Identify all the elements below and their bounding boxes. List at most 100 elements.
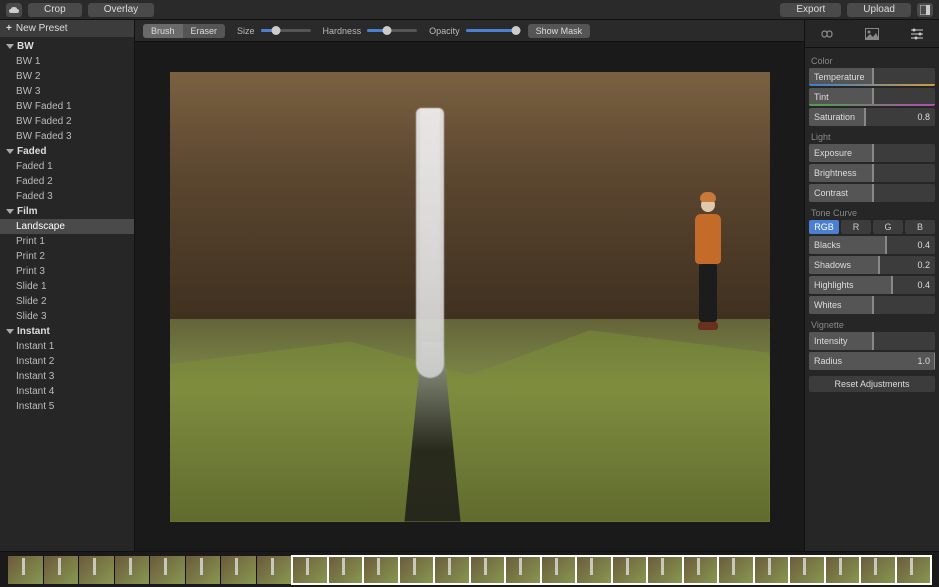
filmstrip-frame[interactable] — [44, 556, 80, 584]
photo-preview[interactable] — [170, 72, 770, 522]
filmstrip-frame[interactable] — [257, 556, 293, 584]
preset-tree: BWBW 1BW 2BW 3BW Faded 1BW Faded 2BW Fad… — [0, 37, 134, 551]
temperature-slider[interactable]: Temperature — [809, 68, 935, 86]
filmstrip-frame[interactable] — [825, 556, 861, 584]
tint-slider[interactable]: Tint — [809, 88, 935, 106]
filmstrip-frame[interactable] — [860, 556, 896, 584]
adjustments-scroll: Color Temperature Tint Saturation 0.8 Li… — [805, 48, 939, 551]
show-mask-button[interactable]: Show Mask — [528, 24, 591, 38]
hardness-label: Hardness — [323, 26, 362, 36]
filmstrip-frame[interactable] — [541, 556, 577, 584]
filmstrip-frame[interactable] — [8, 556, 44, 584]
hardness-slider[interactable] — [367, 29, 417, 32]
new-preset-button[interactable]: + New Preset — [0, 20, 134, 37]
preset-item[interactable]: Instant 3 — [0, 369, 134, 384]
filmstrip[interactable] — [0, 551, 939, 587]
filmstrip-frame[interactable] — [647, 556, 683, 584]
reset-adjustments-button[interactable]: Reset Adjustments — [809, 376, 935, 392]
preset-item[interactable]: BW Faded 1 — [0, 99, 134, 114]
crop-button[interactable]: Crop — [28, 3, 82, 17]
preset-item[interactable]: Faded 1 — [0, 159, 134, 174]
filmstrip-frame[interactable] — [896, 556, 932, 584]
preset-group-label: Instant — [17, 326, 50, 337]
filmstrip-frame[interactable] — [292, 556, 328, 584]
preset-item[interactable]: BW 1 — [0, 54, 134, 69]
shadows-slider[interactable]: Shadows 0.2 — [809, 256, 935, 274]
radius-slider[interactable]: Radius 1.0 — [809, 352, 935, 370]
preset-item[interactable]: Instant 4 — [0, 384, 134, 399]
exposure-slider[interactable]: Exposure — [809, 144, 935, 162]
top-toolbar: Crop Overlay Export Upload — [0, 0, 939, 20]
filmstrip-frame[interactable] — [79, 556, 115, 584]
preset-item[interactable]: Landscape — [0, 219, 134, 234]
filmstrip-frame[interactable] — [683, 556, 719, 584]
filmstrip-frame[interactable] — [754, 556, 790, 584]
disclosure-triangle-icon — [6, 44, 14, 49]
preset-group[interactable]: BW — [0, 39, 134, 54]
preset-item[interactable]: Print 1 — [0, 234, 134, 249]
preset-item[interactable]: Slide 1 — [0, 279, 134, 294]
intensity-slider[interactable]: Intensity — [809, 332, 935, 350]
preset-group[interactable]: Faded — [0, 144, 134, 159]
whites-slider[interactable]: Whites — [809, 296, 935, 314]
filmstrip-frame[interactable] — [718, 556, 754, 584]
brush-button[interactable]: Brush — [143, 24, 183, 38]
app-logo-icon — [6, 3, 22, 17]
filmstrip-frame[interactable] — [221, 556, 257, 584]
filmstrip-frame[interactable] — [363, 556, 399, 584]
preset-item[interactable]: BW 2 — [0, 69, 134, 84]
preset-item[interactable]: BW Faded 3 — [0, 129, 134, 144]
vignette-section-label: Vignette — [809, 316, 935, 332]
filmstrip-frame[interactable] — [150, 556, 186, 584]
filmstrip-frame[interactable] — [612, 556, 648, 584]
infinity-tab-icon[interactable] — [818, 25, 836, 43]
filmstrip-frame[interactable] — [328, 556, 364, 584]
filmstrip-frame[interactable] — [576, 556, 612, 584]
preset-group-label: Film — [17, 206, 38, 217]
color-section-label: Color — [809, 52, 935, 68]
brightness-slider[interactable]: Brightness — [809, 164, 935, 182]
eraser-button[interactable]: Eraser — [183, 24, 226, 38]
filmstrip-frame[interactable] — [434, 556, 470, 584]
rgb-tab[interactable]: RGB — [809, 220, 839, 234]
preset-item[interactable]: Print 2 — [0, 249, 134, 264]
size-slider[interactable] — [261, 29, 311, 32]
highlights-slider[interactable]: Highlights 0.4 — [809, 276, 935, 294]
filmstrip-frame[interactable] — [505, 556, 541, 584]
preset-item[interactable]: BW 3 — [0, 84, 134, 99]
contrast-slider[interactable]: Contrast — [809, 184, 935, 202]
panel-toggle-icon[interactable] — [917, 3, 933, 17]
filmstrip-frame[interactable] — [186, 556, 222, 584]
filmstrip-frame[interactable] — [399, 556, 435, 584]
brush-eraser-segment: Brush Eraser — [143, 24, 225, 38]
preset-item[interactable]: Instant 5 — [0, 399, 134, 414]
sliders-tab-icon[interactable] — [908, 25, 926, 43]
preset-group[interactable]: Instant — [0, 324, 134, 339]
opacity-slider[interactable] — [466, 29, 516, 32]
overlay-button[interactable]: Overlay — [88, 3, 154, 17]
image-tab-icon[interactable] — [863, 25, 881, 43]
preset-item[interactable]: Print 3 — [0, 264, 134, 279]
upload-button[interactable]: Upload — [847, 3, 911, 17]
filmstrip-frame[interactable] — [115, 556, 151, 584]
preset-item[interactable]: Instant 1 — [0, 339, 134, 354]
preset-sidebar: + New Preset BWBW 1BW 2BW 3BW Faded 1BW … — [0, 20, 135, 551]
blacks-slider[interactable]: Blacks 0.4 — [809, 236, 935, 254]
opacity-label: Opacity — [429, 26, 460, 36]
preset-group[interactable]: Film — [0, 204, 134, 219]
g-tab[interactable]: G — [873, 220, 903, 234]
r-tab[interactable]: R — [841, 220, 871, 234]
saturation-slider[interactable]: Saturation 0.8 — [809, 108, 935, 126]
preset-item[interactable]: BW Faded 2 — [0, 114, 134, 129]
b-tab[interactable]: B — [905, 220, 935, 234]
filmstrip-frame[interactable] — [789, 556, 825, 584]
preset-item[interactable]: Instant 2 — [0, 354, 134, 369]
preset-item[interactable]: Slide 2 — [0, 294, 134, 309]
export-button[interactable]: Export — [780, 3, 841, 17]
preset-item[interactable]: Slide 3 — [0, 309, 134, 324]
preset-item[interactable]: Faded 3 — [0, 189, 134, 204]
tone-curve-channel-tabs: RGB R G B — [809, 220, 935, 234]
tone-curve-section-label: Tone Curve — [809, 204, 935, 220]
preset-item[interactable]: Faded 2 — [0, 174, 134, 189]
filmstrip-frame[interactable] — [470, 556, 506, 584]
